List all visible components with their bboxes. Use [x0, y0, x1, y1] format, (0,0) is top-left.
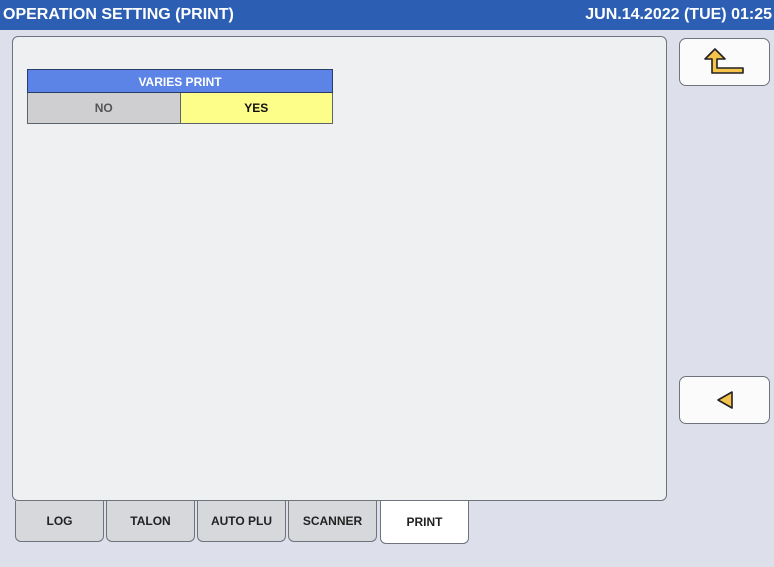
left-triangle-icon — [716, 391, 733, 409]
varies-print-setting: VARIES PRINT NO YES — [27, 69, 333, 124]
page-title: OPERATION SETTING (PRINT) — [3, 6, 234, 23]
tab-auto-plu[interactable]: AUTO PLU — [197, 501, 286, 542]
setting-header: VARIES PRINT — [27, 69, 333, 93]
option-group: NO YES — [27, 93, 333, 124]
title-bar: OPERATION SETTING (PRINT) JUN.14.2022 (T… — [0, 0, 774, 30]
tab-log[interactable]: LOG — [15, 501, 104, 542]
date-time: JUN.14.2022 (TUE) 01:25 — [585, 6, 772, 23]
tab-scanner[interactable]: SCANNER — [288, 501, 377, 542]
tab-talon[interactable]: TALON — [106, 501, 195, 542]
option-yes-button[interactable]: YES — [179, 93, 333, 124]
return-arrow-icon — [703, 48, 744, 74]
option-no-button[interactable]: NO — [27, 93, 180, 124]
tab-print[interactable]: PRINT — [380, 501, 469, 544]
main-panel: VARIES PRINT NO YES — [12, 36, 667, 501]
return-button[interactable] — [679, 38, 770, 86]
previous-button[interactable] — [679, 376, 770, 424]
